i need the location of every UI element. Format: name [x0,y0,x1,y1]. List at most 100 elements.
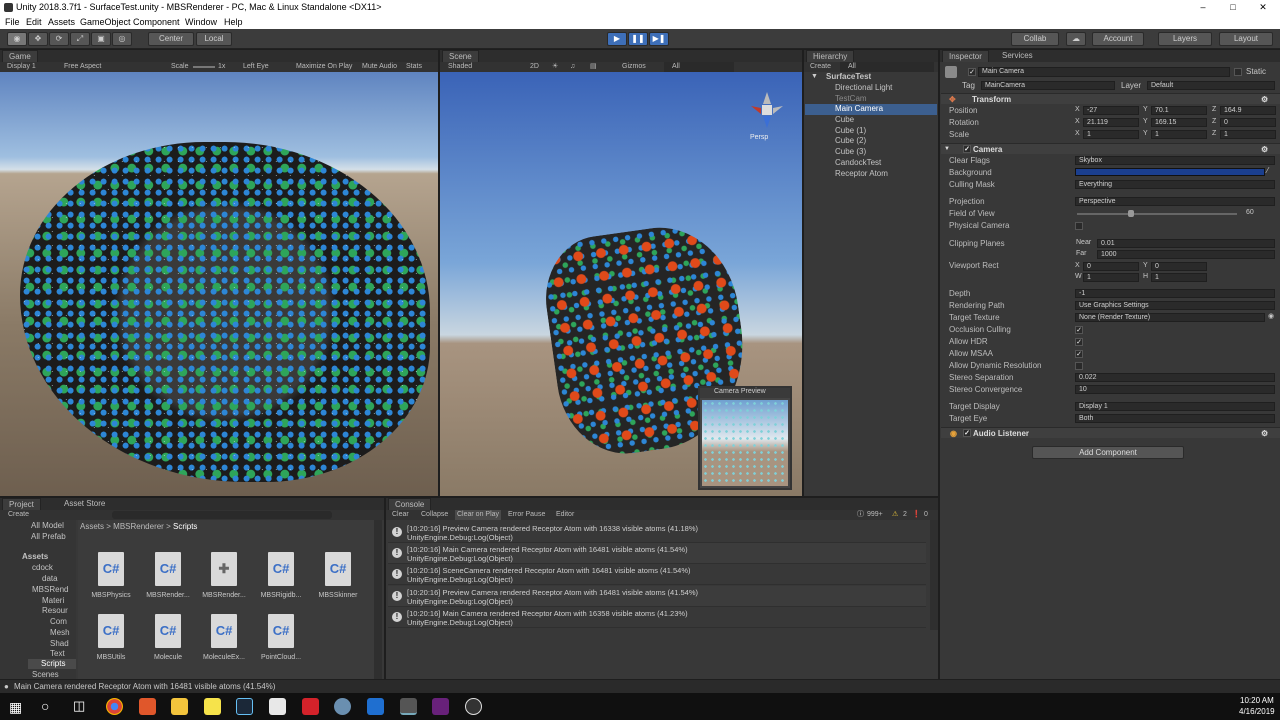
clear-on-play-button[interactable]: Clear on Play [455,510,502,520]
viewport-h-field[interactable]: 1 [1151,273,1207,282]
menu-gameobject[interactable]: GameObject [80,15,131,29]
sticky-notes-icon[interactable] [204,698,221,715]
tab-inspector[interactable]: Inspector [942,50,989,62]
cs-script-file-icon[interactable]: C# [98,614,124,648]
eyedropper-icon[interactable]: ⁄ [1267,166,1268,175]
breadcrumb-assets[interactable]: Assets [80,522,104,531]
menu-component[interactable]: Component [133,15,180,29]
scene-gizmo-icon[interactable] [747,90,787,130]
log-entry[interactable]: ! [10:20:16] Main Camera rendered Recept… [388,543,926,564]
camera-settings-icon[interactable]: ⚙ [1261,144,1268,155]
cs-script-file-icon[interactable]: C# [155,552,181,586]
hierarchy-item[interactable]: Cube (3) [835,147,866,156]
cs-script-file-icon[interactable]: C# [325,552,351,586]
scene-search-input[interactable]: All [664,62,734,72]
clear-flags-select[interactable]: Skybox [1075,156,1275,165]
cloud-button[interactable]: ☁ [1066,32,1086,46]
tree-item[interactable]: Shad [50,639,69,648]
tab-asset-store[interactable]: Asset Store [64,498,105,510]
hierarchy-item[interactable]: Directional Light [835,83,892,92]
editor-script-file-icon[interactable]: ✚ [211,552,237,586]
editor-select[interactable]: Editor [556,510,574,520]
aspect-select[interactable]: Free Aspect [64,62,101,72]
scale-y-field[interactable]: 1 [1151,130,1207,139]
2d-toggle[interactable]: 2D [530,62,539,72]
error-pause-button[interactable]: Error Pause [508,510,545,520]
search-icon[interactable]: ○ [41,698,49,714]
scale-z-field[interactable]: 1 [1220,130,1276,139]
tab-scene[interactable]: Scene [442,50,479,62]
file-explorer-icon[interactable] [171,698,188,715]
account-button[interactable]: Account [1092,32,1144,46]
near-field[interactable]: 0.01 [1097,239,1275,248]
error-count[interactable]: 0 [924,510,928,520]
layers-button[interactable]: Layers [1158,32,1212,46]
far-field[interactable]: 1000 [1097,250,1275,259]
layer-select[interactable]: Default [1147,81,1275,90]
object-picker-icon[interactable]: ◉ [1268,312,1274,320]
tab-services[interactable]: Services [1002,50,1033,62]
camera-component-header[interactable]: ▼ ✓ Camera ⚙ [941,143,1280,154]
tree-item-assets[interactable]: Assets [22,552,48,561]
game-viewport[interactable] [0,72,438,496]
persp-label[interactable]: Persp [750,134,768,141]
rotation-x-field[interactable]: 21.119 [1083,118,1139,127]
log-entry[interactable]: ! [10:20:16] Main Camera rendered Recept… [388,607,926,628]
tab-game[interactable]: Game [2,50,38,62]
camera-enabled-checkbox[interactable]: ✓ [963,145,971,153]
menu-file[interactable]: File [5,15,20,29]
cs-script-file-icon[interactable]: C# [98,552,124,586]
info-count[interactable]: 999+ [867,510,883,520]
warning-count[interactable]: 2 [903,510,907,520]
static-checkbox[interactable] [1234,68,1242,76]
tree-item[interactable]: Com [50,617,67,626]
home-app-icon[interactable] [367,698,384,715]
warning-count-icon[interactable]: ⚠ [892,510,898,520]
breadcrumb-scripts[interactable]: Scripts [173,522,197,531]
transform-header[interactable]: ✥ Transform ⚙ [941,93,1280,104]
hierarchy-create-button[interactable]: Create [810,62,831,72]
media-app-icon[interactable] [302,698,319,715]
audio-settings-icon[interactable]: ⚙ [1261,428,1268,439]
tag-select[interactable]: MainCamera [981,81,1115,90]
project-scrollbar[interactable] [374,520,382,679]
stereo-separation-field[interactable]: 0.022 [1075,373,1275,382]
transform-settings-icon[interactable]: ⚙ [1261,94,1268,105]
physical-camera-checkbox[interactable] [1075,222,1083,230]
target-display-select[interactable]: Display 1 [1075,402,1275,411]
scale-slider[interactable] [193,66,215,68]
rect-tool-button[interactable]: ▣ [91,32,111,46]
tree-item[interactable]: All Model [31,521,64,530]
hierarchy-item[interactable]: CandockTest [835,158,881,167]
rotate-tool-button[interactable]: ⟳ [49,32,69,46]
tree-item[interactable]: Materi [42,596,64,605]
scale-x-field[interactable]: 1 [1083,130,1139,139]
menu-window[interactable]: Window [185,15,217,29]
transform-tool-button[interactable]: ◎ [112,32,132,46]
menu-edit[interactable]: Edit [26,15,42,29]
menu-help[interactable]: Help [224,15,243,29]
allow-msaa-checkbox[interactable]: ✓ [1075,350,1083,358]
viewport-x-field[interactable]: 0 [1083,262,1139,271]
fov-value[interactable]: 60 [1246,209,1254,216]
audio-listener-header[interactable]: ◉ ✓ Audio Listener ⚙ [941,427,1280,438]
console-clear-button[interactable]: Clear [392,510,409,520]
position-z-field[interactable]: 164.9 [1220,106,1276,115]
status-message[interactable]: Main Camera rendered Receptor Atom with … [14,680,275,693]
hierarchy-search-input[interactable]: All [840,62,934,72]
tab-hierarchy[interactable]: Hierarchy [806,50,855,62]
rotation-z-field[interactable]: 0 [1220,118,1276,127]
pivot-center-button[interactable]: Center [148,32,194,46]
background-color-swatch[interactable] [1075,168,1265,176]
tree-item[interactable]: data [42,574,58,583]
clock-date[interactable]: 4/16/2019 [1239,707,1275,716]
maximize-on-play-toggle[interactable]: Maximize On Play [296,62,352,72]
collab-button[interactable]: Collab [1011,32,1059,46]
audio-toggle-icon[interactable]: ♫ [570,62,575,72]
shading-mode-select[interactable]: Shaded [448,62,472,72]
pivot-local-button[interactable]: Local [196,32,232,46]
project-create-button[interactable]: Create [8,510,29,520]
audio-listener-checkbox[interactable]: ✓ [963,429,971,437]
windows-start-icon[interactable]: ▦ [9,699,22,716]
clock-time[interactable]: 10:20 AM [1240,696,1274,705]
